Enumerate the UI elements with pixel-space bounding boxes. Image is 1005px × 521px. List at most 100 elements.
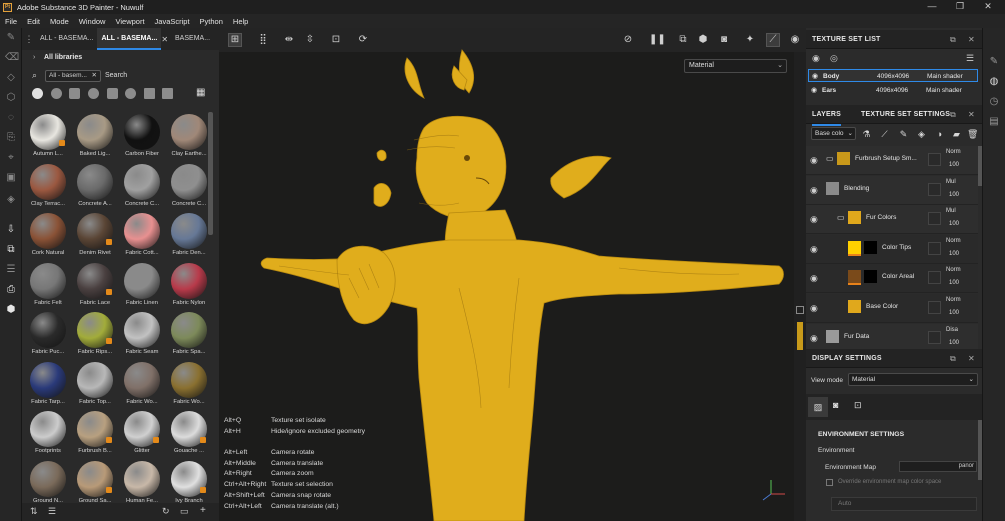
environment-filter-icon[interactable] <box>162 88 173 99</box>
material-thumbnail[interactable]: Ivy Branch <box>167 457 211 506</box>
sort-icon[interactable]: ⇅ <box>30 506 38 517</box>
material-thumbnail[interactable]: Footprints <box>26 407 70 456</box>
material-thumbnail[interactable]: Autumn L... <box>26 110 70 159</box>
layer-mask-thumbnail[interactable] <box>864 270 877 284</box>
layer-opacity[interactable]: 100 <box>949 221 959 227</box>
layer-visibility-icon[interactable]: ◉ <box>810 155 818 166</box>
layer-visibility-icon[interactable]: ◉ <box>810 185 818 196</box>
environment-map-field[interactable]: panor <box>899 461 977 472</box>
menu-python[interactable]: Python <box>195 17 228 26</box>
material-thumbnail[interactable]: Clay Earthe... <box>167 110 211 159</box>
menu-window[interactable]: Window <box>74 17 111 26</box>
eye-icon[interactable]: ◉ <box>812 70 818 83</box>
add-icon[interactable]: + <box>200 505 206 516</box>
visibility-icon[interactable]: ◉ <box>812 53 820 64</box>
layer-row[interactable]: ◉ Color Areal Norm 100 <box>806 264 978 294</box>
delete-icon[interactable]: 🗑 <box>967 129 978 140</box>
material-filter-icon[interactable] <box>32 88 43 99</box>
paint-brush-icon[interactable]: ✎ <box>5 32 17 44</box>
polygon-fill-icon[interactable]: ▣ <box>5 172 17 184</box>
menu-edit[interactable]: Edit <box>22 17 45 26</box>
menu-help[interactable]: Help <box>228 17 253 26</box>
shelf-scrollbar[interactable] <box>208 112 213 235</box>
material-thumbnail[interactable]: Concrete C... <box>167 160 211 209</box>
layer-mask-slot[interactable] <box>928 301 941 314</box>
material-thumbnail[interactable]: Fabric Lace <box>73 259 117 308</box>
layer-visibility-icon[interactable]: ◉ <box>810 303 818 314</box>
layer-mask-slot[interactable] <box>928 182 941 196</box>
add-paint-layer-icon[interactable]: ✎ <box>898 129 909 140</box>
undock-icon[interactable]: ⧉ <box>950 30 956 49</box>
layer-row[interactable]: ◉ Fur Data Disa 100 <box>806 323 978 349</box>
close-panel-icon[interactable]: ✕ <box>968 30 975 49</box>
layer-opacity[interactable]: 100 <box>949 251 959 257</box>
material-thumbnail[interactable]: Fabric Rips... <box>73 308 117 357</box>
material-thumbnail[interactable]: Fabric Seam <box>120 308 164 357</box>
texture-set-row[interactable]: ◉ Ears 4096x4096 Main shader <box>808 84 978 97</box>
menu-file[interactable]: File <box>0 17 22 26</box>
view-mode-select[interactable]: Material ⌄ <box>848 373 978 386</box>
projection-icon[interactable]: ◇ <box>5 72 17 84</box>
material-thumbnail[interactable]: Fabric Tarp... <box>26 358 70 407</box>
layer-opacity[interactable]: 100 <box>949 280 959 286</box>
log-icon[interactable]: ▤ <box>988 116 1000 128</box>
layer-opacity[interactable]: 100 <box>949 340 959 346</box>
material-thumbnail[interactable]: Clay Terrac... <box>26 160 70 209</box>
display-globe-icon[interactable]: ◍ <box>988 76 1000 88</box>
viewport-3d[interactable]: ⊞ ⣿ ⇹ ⇳ ⊡ ⟳ ⊘ ❚❚ ⧉ ⬢ ◙ ✦ ⟋ ◉ Material ⌄ … <box>219 28 806 521</box>
viewer-tab-icon[interactable]: ⊡ <box>854 400 862 411</box>
maximize-icon[interactable]: ❐ <box>946 0 974 14</box>
layer-row[interactable]: ◉ ▭ Fur Colors Mul 100 <box>806 205 978 235</box>
texture-filter-icon[interactable] <box>88 88 99 99</box>
smart-material-filter-icon[interactable] <box>51 88 62 99</box>
search-input[interactable]: Search <box>105 72 127 79</box>
material-thumbnail[interactable]: Ground Sa... <box>73 457 117 506</box>
add-effect-icon[interactable]: ⚗ <box>861 129 872 140</box>
eye-icon[interactable]: ◎ <box>830 53 838 64</box>
smudge-icon[interactable]: ◌ <box>5 112 17 124</box>
new-folder-icon[interactable]: ▭ <box>180 506 189 517</box>
layer-mask-slot[interactable] <box>928 271 941 285</box>
eraser-icon[interactable]: ⌫ <box>5 52 19 64</box>
layer-mask-slot[interactable] <box>928 330 941 344</box>
viewport-mode-select[interactable]: Material ⌄ <box>684 59 787 73</box>
layer-visibility-icon[interactable]: ◉ <box>810 244 818 255</box>
filter-chip[interactable]: All - basem... ✕ <box>45 70 101 82</box>
blend-mode[interactable]: Norm <box>946 238 961 244</box>
material-thumbnail[interactable]: Fabric Top... <box>73 358 117 407</box>
material-thumbnail[interactable]: Cork Natural <box>26 209 70 258</box>
layer-visibility-icon[interactable]: ◉ <box>810 273 818 284</box>
tab-layers[interactable]: LAYERS <box>812 105 841 126</box>
add-filter-icon[interactable]: ⟋ <box>879 129 890 140</box>
camera-tab-icon[interactable]: ◙ <box>833 400 838 410</box>
layer-opacity[interactable]: 100 <box>949 162 959 168</box>
history-icon[interactable]: ◷ <box>988 96 1000 108</box>
material-thumbnail[interactable]: Carbon Fiber <box>120 110 164 159</box>
material-thumbnail[interactable]: Concrete A... <box>73 160 117 209</box>
material-thumbnail[interactable]: Human Fe... <box>120 457 164 506</box>
layer-mask-thumbnail[interactable] <box>864 240 877 254</box>
brush-filter-icon[interactable] <box>107 88 118 99</box>
view-grid-icon[interactable]: ▦ <box>196 87 205 98</box>
shelf-tab-2[interactable]: ALL - BASEMA... <box>97 28 162 50</box>
close-tab-icon[interactable]: ✕ <box>161 35 171 44</box>
layer-mask-slot[interactable] <box>928 241 941 255</box>
undock-icon[interactable]: ⧉ <box>950 105 956 124</box>
chip-close-icon[interactable]: ✕ <box>92 71 97 81</box>
material-thumbnail[interactable]: Fabric Spa... <box>167 308 211 357</box>
undock-icon[interactable]: ⧉ <box>950 349 956 368</box>
layer-mask-slot[interactable] <box>928 153 941 166</box>
layer-opacity[interactable]: 100 <box>949 310 959 316</box>
particle-filter-icon[interactable] <box>125 88 136 99</box>
layer-row[interactable]: ◉ Blending Mul 100 <box>806 175 978 205</box>
frame-toggle-icon[interactable] <box>796 306 804 314</box>
layer-visibility-icon[interactable]: ◉ <box>810 214 818 225</box>
minimize-icon[interactable]: — <box>918 0 946 14</box>
add-folder-icon[interactable]: ▰ <box>951 129 962 140</box>
list-icon[interactable]: ☰ <box>48 506 56 517</box>
shelf-menu-icon[interactable]: ⋮ <box>22 34 36 45</box>
menu-javascript[interactable]: JavaScript <box>150 17 195 26</box>
material-thumbnail[interactable]: Fabric Linen <box>120 259 164 308</box>
material-thumbnail[interactable]: Furbrush B... <box>73 407 117 456</box>
filter-grid-icon[interactable] <box>144 88 155 99</box>
